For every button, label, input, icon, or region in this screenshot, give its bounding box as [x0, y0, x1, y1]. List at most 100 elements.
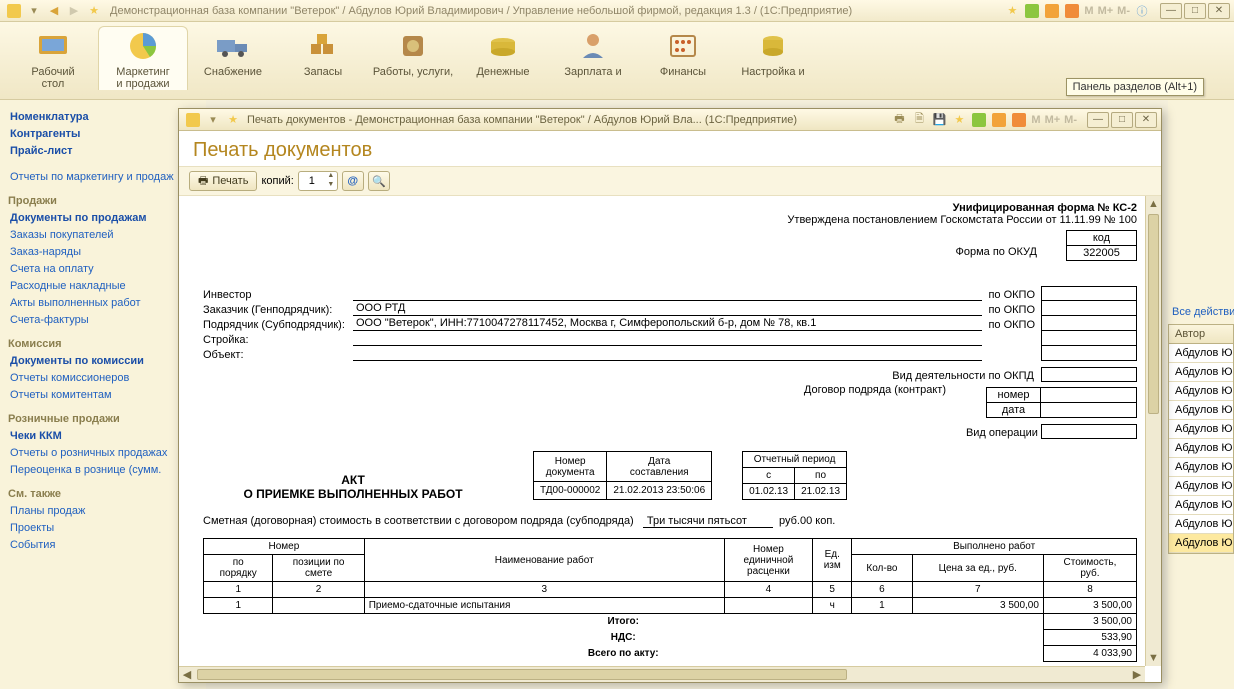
section-label: Настройка и: [728, 66, 818, 78]
nav-sales-docs[interactable]: Документы по продажам: [6, 210, 200, 226]
vertical-scrollbar[interactable]: ▲ ▼: [1145, 196, 1161, 666]
section-money[interactable]: Денежные: [458, 26, 548, 78]
star-icon[interactable]: ★: [1004, 3, 1020, 19]
nav-invoices[interactable]: Счета на оплату: [6, 261, 200, 277]
preview-icon[interactable]: 🗎: [911, 112, 927, 128]
nav-contractors[interactable]: Контрагенты: [6, 126, 200, 142]
section-marketing[interactable]: Маркетинг и продажи: [98, 26, 188, 90]
scroll-thumb[interactable]: [197, 669, 847, 680]
build-label: Стройка:: [203, 334, 353, 346]
m-plus-icon[interactable]: M+: [1045, 114, 1061, 126]
nav-events[interactable]: События: [6, 537, 200, 553]
nav-commission-docs[interactable]: Документы по комиссии: [6, 353, 200, 369]
m-icon[interactable]: M: [1084, 5, 1093, 17]
nav-acts[interactable]: Акты выполненных работ: [6, 295, 200, 311]
nav-kkm[interactable]: Чеки ККМ: [6, 428, 200, 444]
contract-date-box: [1041, 403, 1137, 418]
scroll-down-icon[interactable]: ▼: [1146, 650, 1161, 666]
scroll-up-icon[interactable]: ▲: [1146, 196, 1161, 212]
author-header[interactable]: Автор: [1169, 325, 1233, 344]
spin-up-icon[interactable]: ▲: [325, 172, 337, 181]
horizontal-scrollbar[interactable]: ◀ ▶: [179, 666, 1145, 682]
section-works[interactable]: Работы, услуги,: [368, 26, 458, 78]
nav-back-icon[interactable]: ◀: [46, 3, 62, 19]
history-icon[interactable]: [971, 112, 987, 128]
scroll-thumb[interactable]: [1148, 214, 1159, 414]
nav-invoice-factura[interactable]: Счета-фактуры: [6, 312, 200, 328]
maximize-button[interactable]: □: [1184, 3, 1206, 19]
m-minus-icon[interactable]: M-: [1117, 5, 1130, 17]
m-icon[interactable]: M: [1031, 114, 1040, 126]
nav-retail-reports[interactable]: Отчеты о розничных продажах: [6, 445, 200, 461]
calc-icon[interactable]: [1044, 3, 1060, 19]
list-item[interactable]: Абдулов Юр: [1169, 420, 1233, 439]
list-item[interactable]: Абдулов Юр: [1169, 363, 1233, 382]
section-stock[interactable]: Запасы: [278, 26, 368, 78]
email-button[interactable]: @: [342, 171, 364, 191]
abacus-icon: [663, 28, 703, 64]
close-button[interactable]: ✕: [1208, 3, 1230, 19]
okpd-label: Вид деятельности по ОКПД: [892, 370, 1034, 382]
copies-label: копий:: [261, 175, 293, 187]
calendar-icon[interactable]: [1011, 112, 1027, 128]
nav-committent-reports[interactable]: Отчеты комитентам: [6, 387, 200, 403]
print-button[interactable]: 🖶 Печать: [189, 171, 257, 191]
list-item[interactable]: Абдулов Юр: [1169, 515, 1233, 534]
panel-hint-tooltip: Панель разделов (Alt+1): [1066, 78, 1204, 96]
right-panel: Все действия Автор Абдулов ЮрАбдулов ЮрА…: [1168, 100, 1234, 689]
copies-spinner[interactable]: ▲▼: [298, 171, 338, 191]
info-icon[interactable]: ⓘ: [1134, 3, 1150, 19]
nav-buyer-orders[interactable]: Заказы покупателей: [6, 227, 200, 243]
calc-icon[interactable]: [991, 112, 1007, 128]
document-preview[interactable]: Унифицированная форма № КС-2 Утверждена …: [179, 196, 1161, 682]
print-icon[interactable]: 🖶: [891, 112, 907, 128]
list-item[interactable]: Абдулов Юр: [1169, 401, 1233, 420]
scroll-right-icon[interactable]: ▶: [1129, 667, 1145, 682]
nav-pricelist[interactable]: Прайс-лист: [6, 143, 200, 159]
child-close-button[interactable]: ✕: [1135, 112, 1157, 128]
nav-nomenclature[interactable]: Номенклатура: [6, 109, 200, 125]
m-plus-icon[interactable]: M+: [1098, 5, 1114, 17]
dropdown-icon[interactable]: ▾: [26, 3, 42, 19]
nav-commissioner-reports[interactable]: Отчеты комиссионеров: [6, 370, 200, 386]
list-item[interactable]: Абдулов Юр: [1169, 477, 1233, 496]
section-desktop[interactable]: Рабочий стол: [8, 26, 98, 90]
m-minus-icon[interactable]: M-: [1064, 114, 1077, 126]
approved-text: Утверждена постановлением Госкомстата Ро…: [787, 214, 1137, 226]
list-item[interactable]: Абдулов Юр: [1169, 496, 1233, 515]
nav-marketing-reports[interactable]: Отчеты по маркетингу и продаж: [6, 169, 200, 185]
nav-fwd-icon[interactable]: ▶: [66, 3, 82, 19]
spin-down-icon[interactable]: ▼: [325, 181, 337, 190]
favorite-icon[interactable]: ★: [86, 3, 102, 19]
works-table: Номер Наименование работ Номер единичной…: [203, 538, 1137, 662]
nav-work-orders[interactable]: Заказ-наряды: [6, 244, 200, 260]
minimize-button[interactable]: —: [1160, 3, 1182, 19]
scroll-left-icon[interactable]: ◀: [179, 667, 195, 682]
history-icon[interactable]: [1024, 3, 1040, 19]
child-minimize-button[interactable]: —: [1087, 112, 1109, 128]
nav-outgoing[interactable]: Расходные накладные: [6, 278, 200, 294]
dropdown-icon[interactable]: ▾: [205, 112, 221, 128]
calendar-icon[interactable]: [1064, 3, 1080, 19]
save-icon[interactable]: 💾: [931, 112, 947, 128]
contract-table: номер дата: [986, 387, 1137, 418]
all-actions-link[interactable]: Все действия: [1168, 300, 1234, 324]
okpo-box: [1041, 286, 1137, 301]
star-icon[interactable]: ★: [951, 112, 967, 128]
section-settings[interactable]: Настройка и: [728, 26, 818, 78]
section-salary[interactable]: Зарплата и: [548, 26, 638, 78]
nav-reprice[interactable]: Переоценка в рознице (сумм.: [6, 462, 200, 478]
list-item[interactable]: Абдулов Юр: [1169, 344, 1233, 363]
list-item[interactable]: Абдулов Юр: [1169, 458, 1233, 477]
section-supply[interactable]: Снабжение: [188, 26, 278, 78]
nav-sales-plans[interactable]: Планы продаж: [6, 503, 200, 519]
list-item[interactable]: Абдулов Юр: [1169, 439, 1233, 458]
copies-input[interactable]: [299, 174, 325, 188]
list-item[interactable]: Абдулов Юр: [1169, 534, 1233, 553]
section-finance[interactable]: Финансы: [638, 26, 728, 78]
favorite-icon[interactable]: ★: [225, 112, 241, 128]
search-button[interactable]: 🔍: [368, 171, 390, 191]
list-item[interactable]: Абдулов Юр: [1169, 382, 1233, 401]
child-maximize-button[interactable]: □: [1111, 112, 1133, 128]
nav-projects[interactable]: Проекты: [6, 520, 200, 536]
